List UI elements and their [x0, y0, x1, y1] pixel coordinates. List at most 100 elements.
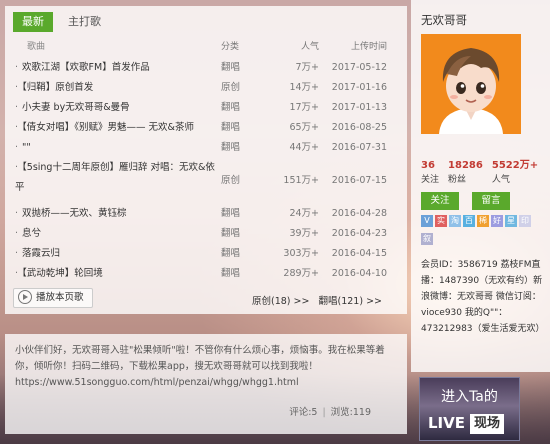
song-category: 翻唱: [221, 142, 241, 153]
play-page-button[interactable]: 播放本页歌: [13, 288, 93, 308]
song-category: 翻唱: [221, 268, 241, 279]
announcement-stats: 评论:5 | 浏览:119: [289, 404, 371, 418]
original-songs-link[interactable]: 原创(18) >>: [252, 296, 309, 307]
header-title: 歌曲: [27, 42, 46, 52]
bullet-icon: ·: [15, 268, 19, 279]
live-room-banner[interactable]: 进入Ta的 LIVE 现场: [419, 377, 520, 441]
stat-popularity: 5522万+ 人气: [491, 160, 539, 185]
song-row[interactable]: · 落霞云归 翻唱 303万+ 2016-04-15: [5, 244, 407, 264]
song-row[interactable]: · "" 翻唱 44万+ 2016-07-31: [5, 138, 407, 158]
song-category: 翻唱: [221, 122, 241, 133]
badge-icon[interactable]: 百: [463, 215, 475, 227]
song-row[interactable]: · 双抛桥——无欢、黄钰棕 翻唱 24万+ 2016-04-28: [5, 204, 407, 224]
bullet-icon: ·: [15, 122, 19, 133]
header-date: 上传时间: [350, 42, 387, 52]
stats-separator: |: [322, 407, 326, 418]
song-row[interactable]: · 【归鞘】原创首发 原创 14万+ 2017-01-16: [5, 78, 407, 98]
song-row[interactable]: · 息兮 翻唱 39万+ 2016-04-23: [5, 224, 407, 244]
song-date: 2016-07-15: [331, 175, 387, 186]
profile-name: 无欢哥哥: [421, 13, 467, 27]
song-title[interactable]: 【武动乾坤】轮回境: [22, 268, 103, 279]
song-category: 翻唱: [221, 228, 241, 239]
stat-following[interactable]: 36 关注: [421, 160, 439, 185]
bullet-icon: ·: [15, 248, 19, 259]
song-category: 翻唱: [221, 102, 241, 113]
song-row[interactable]: · 【武动乾坤】轮回境 翻唱 289万+ 2016-04-10: [5, 264, 407, 284]
song-date: 2016-08-25: [331, 122, 387, 133]
bullet-icon: ·: [15, 208, 19, 219]
follow-button[interactable]: 关注: [421, 192, 459, 210]
song-date: 2017-01-16: [331, 82, 387, 93]
badge-icon[interactable]: 叙: [421, 233, 433, 245]
song-date: 2017-05-12: [331, 62, 387, 73]
live-room-label: 现场: [470, 414, 505, 434]
song-tabs: 最新 主打歌: [13, 12, 113, 32]
profile-panel: 无欢哥哥 36 关注 18286 粉丝 5522万+ 人气 关注 留言 V实淘百稀好星…: [411, 0, 550, 372]
song-title[interactable]: "": [22, 142, 31, 153]
song-category: 原创: [221, 82, 241, 93]
badge-icon[interactable]: 实: [435, 215, 447, 227]
bullet-icon: ·: [15, 162, 19, 173]
song-title[interactable]: 【倩女对唱】《别赋》男魅—— 无欢&茶师: [22, 122, 194, 133]
avatar[interactable]: [421, 34, 521, 134]
badge-icon[interactable]: 星: [505, 215, 517, 227]
live-label: LIVE: [428, 414, 465, 432]
bullet-icon: ·: [15, 228, 19, 239]
badge-icon[interactable]: 好: [491, 215, 503, 227]
play-icon: [18, 289, 32, 304]
song-popularity: 303万+: [283, 248, 319, 259]
announcement-link[interactable]: https://www.51songguo.com/html/penzai/wh…: [15, 377, 299, 388]
bullet-icon: ·: [15, 102, 19, 113]
badge-icon[interactable]: 淘: [449, 215, 461, 227]
message-button[interactable]: 留言: [472, 192, 510, 210]
announcement-panel: 小伙伴们好，无欢哥哥入驻"松果倾听"啦！不管你有什么烦心事，烦恼事。我在松果等着…: [5, 334, 407, 434]
song-popularity: 7万+: [295, 62, 319, 73]
badge-icon[interactable]: 印: [519, 215, 531, 227]
song-title[interactable]: 小夫妻 by无欢哥哥&曼骨: [22, 102, 130, 113]
song-date: 2017-01-13: [331, 102, 387, 113]
song-date: 2016-04-23: [331, 228, 387, 239]
bullet-icon: ·: [15, 82, 19, 93]
cover-songs-link[interactable]: 翻唱(121) >>: [319, 296, 383, 307]
song-popularity: 289万+: [283, 268, 319, 279]
song-category: 原创: [221, 175, 241, 186]
song-table-header: 歌曲 分类 人气 上传时间: [5, 39, 407, 55]
song-popularity: 44万+: [289, 142, 319, 153]
announcement-text: 小伙伴们好，无欢哥哥入驻"松果倾听"啦！不管你有什么烦心事，烦恼事。我在松果等着…: [15, 343, 395, 391]
tab-featured[interactable]: 主打歌: [59, 12, 110, 32]
header-category: 分类: [221, 42, 240, 52]
song-category: 翻唱: [221, 248, 241, 259]
song-title[interactable]: 息兮: [22, 228, 41, 239]
badge-icon[interactable]: V: [421, 215, 433, 227]
song-title[interactable]: 双抛桥——无欢、黄钰棕: [22, 208, 127, 219]
song-popularity: 14万+: [289, 82, 319, 93]
song-row[interactable]: · 欢歌江湖【欢歌FM】首发作品 翻唱 7万+ 2017-05-12: [5, 58, 407, 78]
category-links: 原创(18) >> 翻唱(121) >>: [246, 293, 382, 307]
stat-fans[interactable]: 18286 粉丝: [448, 160, 483, 185]
profile-stats: 36 关注 18286 粉丝 5522万+ 人气: [421, 156, 550, 185]
song-list: · 欢歌江湖【欢歌FM】首发作品 翻唱 7万+ 2017-05-12 · 【归鞘】原…: [5, 58, 407, 284]
avatar-illustration: [421, 34, 521, 134]
play-page-label: 播放本页歌: [36, 292, 84, 303]
song-title[interactable]: 【5sing十二周年原创】雁归辞 对唱：无欢&依平: [15, 162, 215, 193]
tab-latest[interactable]: 最新: [13, 12, 53, 32]
view-count: 浏览:119: [330, 407, 371, 418]
song-date: 2016-04-10: [331, 268, 387, 279]
song-row[interactable]: · 【倩女对唱】《别赋》男魅—— 无欢&茶师 翻唱 65万+ 2016-08-25: [5, 118, 407, 138]
song-popularity: 17万+: [289, 102, 319, 113]
song-row[interactable]: · 小夫妻 by无欢哥哥&曼骨 翻唱 17万+ 2017-01-13: [5, 98, 407, 118]
song-title[interactable]: 欢歌江湖【欢歌FM】首发作品: [22, 62, 150, 73]
song-title[interactable]: 【归鞘】原创首发: [22, 82, 93, 93]
song-row[interactable]: · 【5sing十二周年原创】雁归辞 对唱：无欢&依平 原创 151万+ 2016…: [5, 158, 407, 204]
song-title[interactable]: 落霞云归: [22, 248, 60, 259]
profile-info: 会员ID：3586719 荔枝FM直播：1487390（无欢有约）新浪微博：无欢…: [421, 260, 545, 334]
header-popularity: 人气: [300, 42, 319, 52]
song-popularity: 151万+: [283, 175, 319, 186]
song-date: 2016-07-31: [331, 142, 387, 153]
bullet-icon: ·: [15, 142, 19, 153]
badge-icon[interactable]: 稀: [477, 215, 489, 227]
comment-count[interactable]: 评论:5: [289, 407, 317, 418]
live-banner-title: 进入Ta的: [441, 389, 498, 405]
bullet-icon: ·: [15, 62, 19, 73]
song-category: 翻唱: [221, 62, 241, 73]
